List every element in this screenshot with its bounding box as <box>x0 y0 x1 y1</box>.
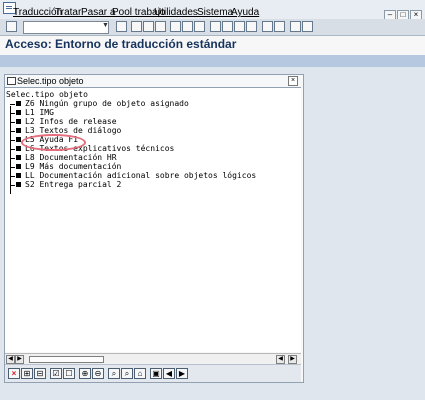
layout-icon[interactable] <box>302 21 313 32</box>
tree-trunk <box>10 106 11 194</box>
command-field[interactable] <box>23 21 109 34</box>
next-icon[interactable]: ▶ <box>176 368 188 379</box>
menu-sistema[interactable]: Sistema <box>197 7 233 18</box>
dialog-toolbar: × ⊞ ⊟ ☑ ☐ ⊕ ⊖ ⌕ ⌕ ⌂ ▣ ◀ ▶ <box>5 364 301 382</box>
menu-pasar-a[interactable]: Pasar a <box>81 7 115 18</box>
exit-icon[interactable] <box>143 21 154 32</box>
previous-page-icon[interactable] <box>222 21 233 32</box>
expand-all-icon[interactable]: ⊕ <box>79 368 91 379</box>
horizontal-scrollbar[interactable]: ◀ ▶ ◀ ▶ <box>5 353 301 364</box>
node-square-icon <box>16 146 21 151</box>
back-icon[interactable] <box>131 21 142 32</box>
node-square-icon <box>16 155 21 160</box>
enter-icon[interactable] <box>6 21 17 32</box>
collapse-subtree-icon[interactable]: ⊟ <box>34 368 46 379</box>
find-next-icon[interactable]: ⌕ <box>121 368 133 379</box>
node-square-icon <box>16 164 21 169</box>
first-page-icon[interactable] <box>210 21 221 32</box>
cancel-icon[interactable]: × <box>8 368 20 379</box>
find-icon[interactable]: ⌕ <box>108 368 120 379</box>
shortcut-icon[interactable] <box>274 21 285 32</box>
scroll-thumb[interactable] <box>29 356 104 363</box>
menu-tratar[interactable]: Tratar <box>55 7 81 18</box>
menu-bar: Traducción Tratar Pasar a Pool trabajo U… <box>0 0 425 21</box>
cancel-icon[interactable] <box>155 21 166 32</box>
page-title: Acceso: Entorno de traducción estándar <box>5 37 237 51</box>
node-square-icon <box>16 110 21 115</box>
system-toolbar: ▼ <box>0 19 425 36</box>
find-next-icon[interactable] <box>194 21 205 32</box>
application-toolbar <box>0 55 425 67</box>
select-all-icon[interactable]: ☑ <box>50 368 62 379</box>
dialog-close-icon[interactable]: × <box>288 76 298 86</box>
scroll-left-icon[interactable]: ◀ <box>6 355 15 364</box>
node-square-icon <box>16 101 21 106</box>
save-icon[interactable] <box>116 21 127 32</box>
new-session-icon[interactable] <box>262 21 273 32</box>
help-icon[interactable] <box>290 21 301 32</box>
dialog-title: Selec.tipo objeto <box>17 76 84 86</box>
collapse-all-icon[interactable]: ⊖ <box>92 368 104 379</box>
deselect-all-icon[interactable]: ☐ <box>63 368 75 379</box>
tree-header: Selec.tipo objeto <box>6 90 88 99</box>
find-icon[interactable] <box>182 21 193 32</box>
print-icon[interactable]: ▣ <box>150 368 162 379</box>
chevron-down-icon[interactable]: ▼ <box>102 22 109 30</box>
node-square-icon <box>16 182 21 187</box>
node-square-icon <box>16 173 21 178</box>
scroll-right-icon[interactable]: ▶ <box>15 355 24 364</box>
dialog-title-bar: Selec.tipo objeto × <box>5 75 301 88</box>
last-page-icon[interactable] <box>246 21 257 32</box>
scroll-right-icon[interactable]: ▶ <box>288 355 297 364</box>
menu-ayuda[interactable]: Ayuda <box>231 7 259 18</box>
node-square-icon <box>16 119 21 124</box>
print-icon[interactable] <box>170 21 181 32</box>
previous-icon[interactable]: ◀ <box>163 368 175 379</box>
object-type-dialog: Selec.tipo objeto × Selec.tipo objeto Z6… <box>4 74 304 383</box>
menu-utilidades[interactable]: Utilidades <box>154 7 198 18</box>
window-icon <box>7 77 16 85</box>
node-square-icon <box>16 128 21 133</box>
scroll-left-icon[interactable]: ◀ <box>276 355 285 364</box>
details-icon[interactable]: ⌂ <box>134 368 146 379</box>
tree-panel: Selec.tipo objeto Z6 Ningún grupo de obj… <box>5 88 301 352</box>
highlight-ellipse <box>21 134 86 151</box>
next-page-icon[interactable] <box>234 21 245 32</box>
expand-subtree-icon[interactable]: ⊞ <box>21 368 33 379</box>
